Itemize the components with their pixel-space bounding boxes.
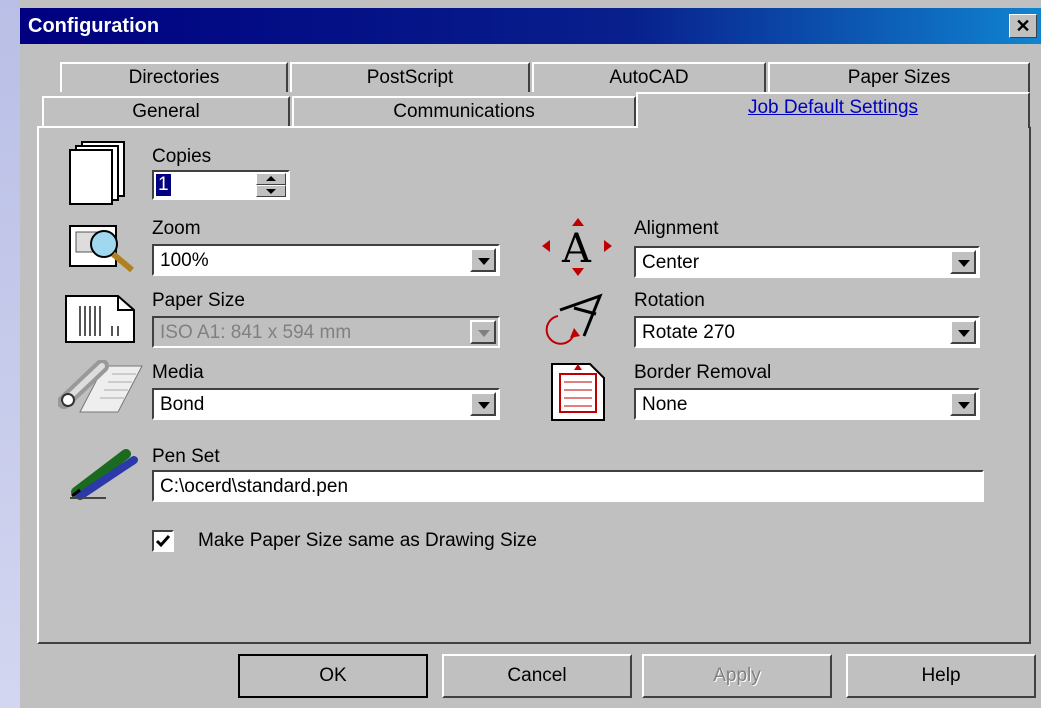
border-removal-value: None — [642, 394, 688, 415]
title-bar[interactable]: Configuration ✕ — [20, 8, 1041, 44]
up-arrow-icon — [266, 176, 276, 181]
paper-size-value: ISO A1: 841 x 594 mm — [160, 322, 352, 343]
zoom-magnifier-icon — [66, 222, 142, 280]
tab-label: Directories — [128, 67, 220, 88]
tab-paper-sizes[interactable]: Paper Sizes — [768, 62, 1030, 92]
help-button[interactable]: Help — [846, 654, 1036, 698]
alignment-icon: A — [540, 216, 616, 284]
alignment-select[interactable]: Center — [634, 246, 980, 278]
tab-communications[interactable]: Communications — [292, 96, 636, 126]
tab-panel — [37, 126, 1031, 644]
spin-down-button[interactable] — [256, 185, 286, 197]
tab-label: Communications — [393, 101, 535, 122]
rotation-dropdown-arrow[interactable] — [950, 320, 976, 344]
paper-size-select[interactable]: ISO A1: 841 x 594 mm — [152, 316, 500, 348]
tab-label: PostScript — [366, 67, 454, 88]
alignment-label: Alignment — [634, 218, 719, 239]
cancel-button[interactable]: Cancel — [442, 654, 632, 698]
tab-general[interactable]: General — [42, 96, 290, 126]
pen-set-value: C:\ocerd\standard.pen — [160, 476, 349, 497]
border-removal-label: Border Removal — [634, 362, 772, 383]
copies-value[interactable]: 1 — [156, 174, 171, 196]
tab-autocad[interactable]: AutoCAD — [532, 62, 766, 92]
alignment-dropdown-arrow[interactable] — [950, 250, 976, 274]
tab-directories[interactable]: Directories — [60, 62, 288, 92]
media-select[interactable]: Bond — [152, 388, 500, 420]
close-icon: ✕ — [1015, 16, 1031, 36]
apply-label: Apply — [713, 665, 761, 686]
rotation-value: Rotate 270 — [642, 322, 735, 343]
paper-size-checkbox[interactable] — [152, 530, 174, 552]
zoom-dropdown-arrow[interactable] — [470, 248, 496, 272]
copies-spinner[interactable]: 1 — [152, 170, 290, 200]
desktop-background — [0, 0, 20, 708]
border-removal-icon — [548, 360, 608, 430]
ok-button[interactable]: OK — [238, 654, 428, 698]
cancel-label: Cancel — [507, 665, 567, 686]
media-label: Media — [152, 362, 204, 383]
paper-size-dropdown-arrow[interactable] — [470, 320, 496, 344]
rotation-label: Rotation — [634, 290, 705, 311]
tab-label: Paper Sizes — [847, 67, 951, 88]
zoom-label: Zoom — [152, 218, 201, 239]
tab-label: AutoCAD — [609, 67, 689, 88]
close-button[interactable]: ✕ — [1009, 14, 1037, 38]
zoom-select[interactable]: 100% — [152, 244, 500, 276]
rotation-select[interactable]: Rotate 270 — [634, 316, 980, 348]
copies-icon — [66, 140, 136, 212]
tab-label: General — [132, 101, 200, 122]
media-value: Bond — [160, 394, 205, 415]
border-removal-dropdown-arrow[interactable] — [950, 392, 976, 416]
paper-size-label: Paper Size — [152, 290, 245, 311]
help-label: Help — [921, 665, 961, 686]
pen-set-label: Pen Set — [152, 446, 220, 467]
rotation-icon — [540, 290, 616, 352]
copies-label: Copies — [152, 146, 212, 167]
apply-button[interactable]: Apply — [642, 654, 832, 698]
pen-set-icon — [66, 446, 142, 506]
tab-postscript[interactable]: PostScript — [290, 62, 530, 92]
media-roll-icon — [57, 359, 144, 426]
alignment-value: Center — [642, 252, 700, 273]
window-title: Configuration — [28, 15, 160, 37]
border-removal-select[interactable]: None — [634, 388, 980, 420]
down-arrow-icon — [266, 189, 276, 194]
svg-text:A: A — [561, 226, 592, 272]
ok-label: OK — [319, 665, 347, 686]
tab-label: Job Default Settings — [747, 97, 919, 118]
spin-up-button[interactable] — [256, 173, 286, 185]
media-dropdown-arrow[interactable] — [470, 392, 496, 416]
paper-size-icon — [62, 292, 138, 352]
pen-set-input[interactable]: C:\ocerd\standard.pen — [152, 470, 984, 502]
zoom-value: 100% — [160, 250, 209, 271]
tab-job-default-settings[interactable]: Job Default Settings — [636, 92, 1030, 128]
checkbox-label[interactable]: Make Paper Size same as Drawing Size — [198, 530, 537, 552]
checkmark-icon — [155, 535, 171, 548]
